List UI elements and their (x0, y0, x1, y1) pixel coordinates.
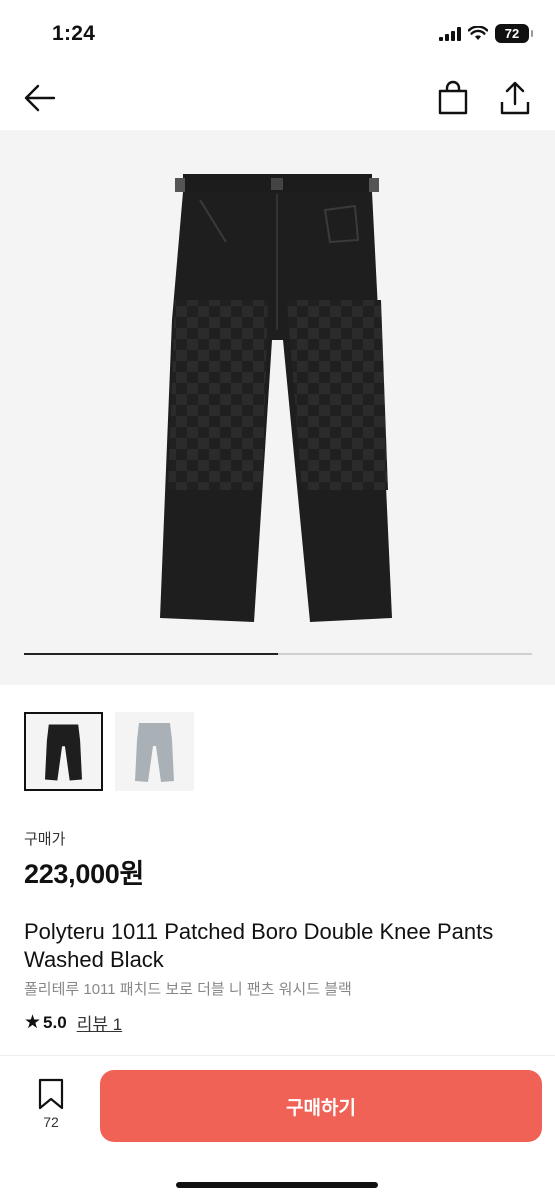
status-icons: 72 (439, 24, 533, 43)
wishlist-button[interactable]: 72 (30, 1078, 72, 1134)
carousel-progress-track (24, 653, 532, 655)
buy-button[interactable]: 구매하기 (100, 1070, 542, 1142)
rating-row: ★ 5.0 리뷰 1 (24, 1010, 122, 1035)
black-pants-thumbnail-image (44, 724, 83, 781)
thumbnail-grey-pants[interactable] (115, 712, 194, 791)
status-time: 1:24 (52, 22, 96, 45)
status-bar: 1:24 72 (0, 0, 555, 70)
share-icon[interactable] (498, 80, 532, 116)
cellular-signal-icon (439, 26, 461, 41)
grey-pants-thumbnail-image (135, 723, 174, 782)
home-indicator (176, 1182, 378, 1188)
wishlist-count: 72 (43, 1114, 59, 1130)
product-image-black-pants (160, 174, 392, 622)
star-icon: ★ (24, 1012, 42, 1033)
nav-bar (0, 70, 555, 130)
product-title: Polyteru 1011 Patched Boro Double Knee P… (24, 919, 494, 972)
thumbnail-list (24, 712, 194, 791)
back-arrow-icon[interactable] (22, 82, 58, 114)
price-label: 구매가 (24, 831, 66, 848)
product-subtitle: 폴리테루 1011 패치드 보로 더블 니 팬츠 워시드 블랙 (24, 981, 352, 998)
carousel-progress-fill (24, 653, 278, 655)
review-link[interactable]: 리뷰 1 (77, 1010, 122, 1035)
battery-level: 72 (504, 26, 520, 41)
bookmark-icon (38, 1078, 64, 1110)
battery-icon: 72 (495, 24, 533, 43)
price-value: 223,000원 (24, 859, 145, 889)
rating-value: 5.0 (43, 1012, 67, 1032)
wifi-icon (468, 26, 488, 40)
product-image-carousel[interactable] (0, 130, 555, 685)
bottom-divider (0, 1055, 555, 1056)
shopping-bag-icon[interactable] (436, 80, 470, 116)
thumbnail-black-pants[interactable] (24, 712, 103, 791)
